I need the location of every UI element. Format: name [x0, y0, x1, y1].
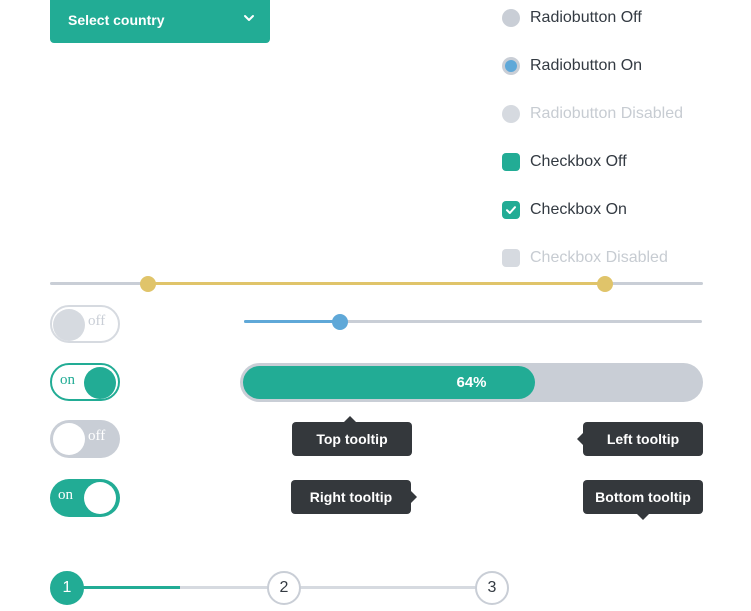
- toggle-label: off: [88, 313, 106, 329]
- radio-off-icon[interactable]: [502, 9, 520, 27]
- radio-disabled-label: Radiobutton Disabled: [530, 105, 683, 122]
- checkbox-off-label: Checkbox Off: [530, 153, 627, 170]
- value-slider-fill: [244, 320, 341, 323]
- toggle-label: on: [60, 372, 75, 388]
- step-2[interactable]: 2: [267, 571, 301, 605]
- tooltip-bottom: Bottom tooltip: [583, 480, 703, 520]
- radio-on-icon[interactable]: [502, 57, 520, 75]
- range-slider-high-handle[interactable]: [597, 276, 614, 292]
- checkbox-disabled: Checkbox Disabled: [502, 248, 668, 268]
- country-select-label: Select country: [68, 12, 165, 28]
- checkbox-off[interactable]: Checkbox Off: [502, 152, 627, 172]
- step-1[interactable]: 1: [50, 571, 84, 605]
- checkmark-icon: [506, 206, 516, 214]
- value-slider[interactable]: [244, 312, 702, 332]
- radio-off-label: Radiobutton Off: [530, 9, 642, 26]
- range-slider-fill: [147, 282, 606, 285]
- checkbox-disabled-label: Checkbox Disabled: [530, 249, 668, 266]
- chevron-down-icon: [244, 15, 254, 21]
- toggle-on[interactable]: on: [50, 479, 120, 517]
- range-slider-low-handle[interactable]: [139, 276, 156, 292]
- toggle-knob: [53, 309, 85, 341]
- progress-bar: 64%: [240, 363, 703, 402]
- radio-on[interactable]: Radiobutton On: [502, 56, 642, 76]
- toggle-on-outline[interactable]: on: [50, 363, 120, 401]
- checkbox-off-icon[interactable]: [502, 153, 520, 171]
- toggle-off[interactable]: off: [50, 420, 120, 458]
- toggle-label: on: [58, 487, 73, 503]
- value-slider-handle[interactable]: [332, 314, 349, 330]
- radio-off[interactable]: Radiobutton Off: [502, 8, 642, 28]
- step-3[interactable]: 3: [475, 571, 509, 605]
- radio-on-label: Radiobutton On: [530, 57, 643, 74]
- checkbox-on-label: Checkbox On: [530, 201, 627, 218]
- checkbox-on-icon[interactable]: [502, 201, 520, 219]
- range-slider[interactable]: [50, 274, 703, 294]
- toggle-disabled-off: off: [50, 305, 120, 343]
- toggle-knob[interactable]: [53, 423, 85, 455]
- progress-label: 64%: [456, 374, 487, 391]
- toggle-knob[interactable]: [84, 367, 116, 399]
- toggle-label: off: [88, 428, 106, 444]
- checkbox-on[interactable]: Checkbox On: [502, 200, 627, 220]
- tooltip-left: Left tooltip: [577, 422, 703, 456]
- toggle-knob[interactable]: [84, 482, 116, 514]
- tooltip-right: Right tooltip: [291, 480, 417, 514]
- country-select[interactable]: Select country: [50, 0, 270, 43]
- tooltip-top: Top tooltip: [292, 416, 412, 456]
- radio-disabled: Radiobutton Disabled: [502, 104, 683, 124]
- radio-disabled-icon: [502, 105, 520, 123]
- checkbox-disabled-icon: [502, 249, 520, 267]
